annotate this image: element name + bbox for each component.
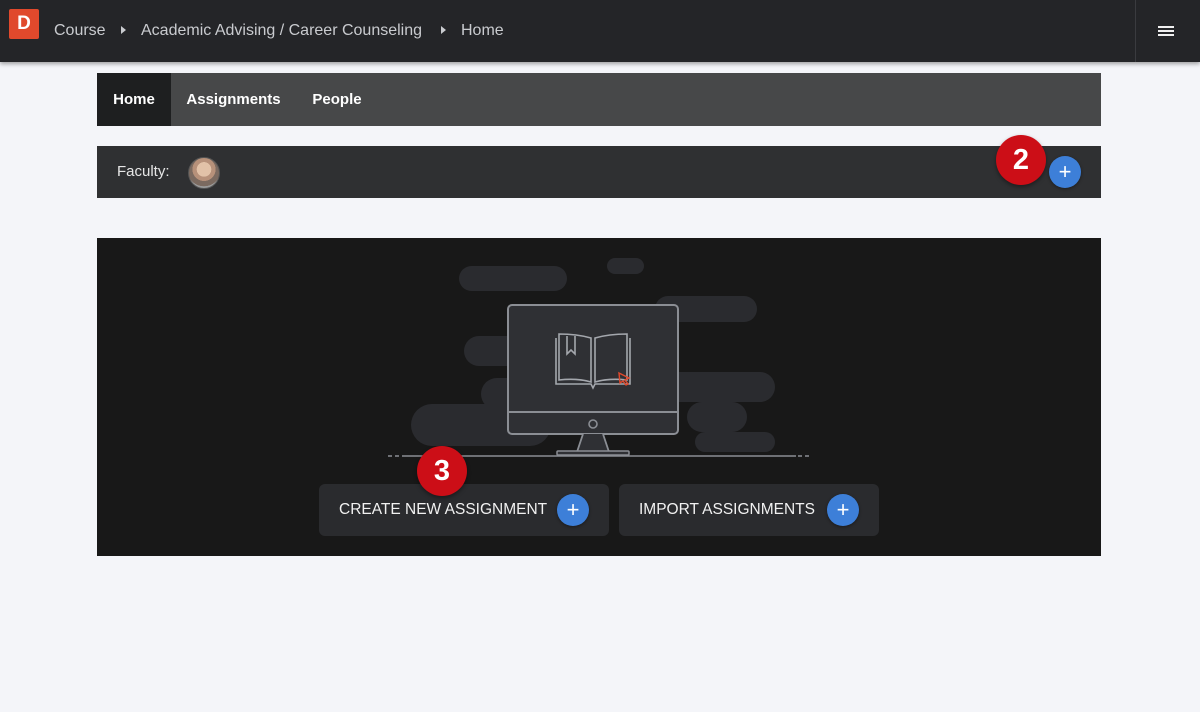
hamburger-menu-icon[interactable] (1158, 24, 1176, 38)
breadcrumb-course[interactable]: Course (54, 21, 106, 41)
tab-assignments[interactable]: Assignments (171, 73, 296, 126)
create-new-assignment-button[interactable]: CREATE NEW ASSIGNMENT + (319, 484, 609, 536)
plus-icon: + (557, 494, 589, 526)
tab-people[interactable]: People (296, 73, 378, 126)
top-bar: D Course Academic Advising / Career Coun… (0, 0, 1200, 62)
course-tabs: Home Assignments People (97, 73, 1101, 126)
import-assignments-label: IMPORT ASSIGNMENTS (639, 501, 815, 518)
tab-home[interactable]: Home (97, 73, 171, 126)
faculty-avatar[interactable] (188, 157, 220, 189)
faculty-label: Faculty: (117, 163, 170, 180)
create-new-assignment-label: CREATE NEW ASSIGNMENT (339, 501, 548, 518)
step-2-badge: 2 (996, 135, 1046, 185)
breadcrumb-separator-icon (441, 26, 446, 34)
breadcrumb-separator-icon (121, 26, 126, 34)
step-3-badge: 3 (417, 446, 467, 496)
app-logo[interactable]: D (9, 9, 39, 39)
breadcrumb-course-name[interactable]: Academic Advising / Career Counseling (141, 21, 422, 41)
add-faculty-button[interactable]: + (1049, 156, 1081, 188)
menu-divider (1135, 0, 1136, 62)
plus-icon: + (827, 494, 859, 526)
assignments-empty-state: CREATE NEW ASSIGNMENT + IMPORT ASSIGNMEN… (97, 238, 1101, 556)
breadcrumb-current: Home (461, 22, 504, 39)
faculty-bar: Faculty: + (97, 146, 1101, 198)
import-assignments-button[interactable]: IMPORT ASSIGNMENTS + (619, 484, 879, 536)
